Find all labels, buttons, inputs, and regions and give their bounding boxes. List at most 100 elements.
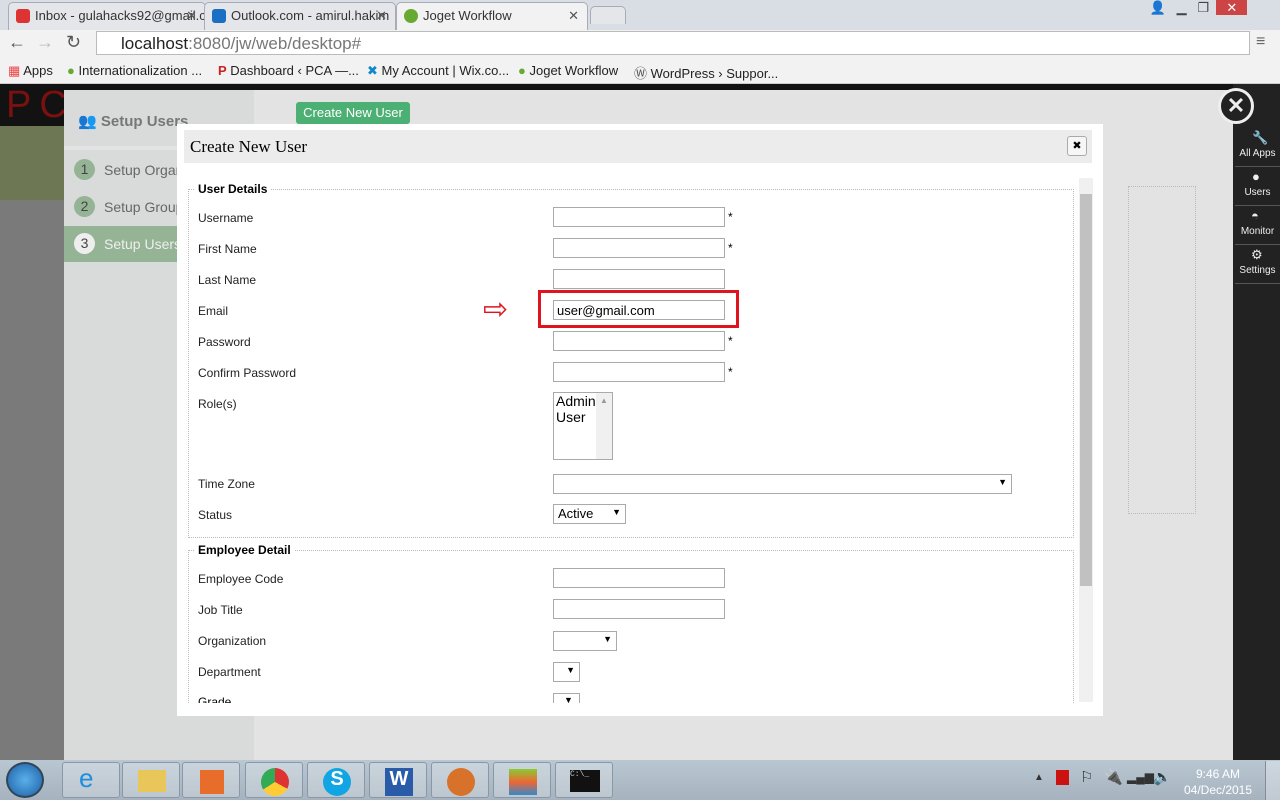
apps-grid-icon: ▦ (8, 63, 21, 78)
folder-icon (138, 770, 166, 792)
scrollbar-thumb[interactable] (1080, 194, 1092, 586)
power-icon[interactable]: 🔌 (1104, 768, 1123, 786)
start-button[interactable] (6, 762, 44, 798)
password-input[interactable] (553, 331, 725, 351)
organization-label: Organization (198, 634, 267, 648)
password-label: Password (198, 335, 251, 349)
dropdown-arrow-icon: ▼ (603, 634, 612, 644)
taskbar-chrome[interactable] (245, 762, 303, 798)
nav-users[interactable]: ● Users (1235, 167, 1280, 206)
dialog-close-button[interactable]: ✖ (1067, 136, 1087, 156)
dialog-title: Create New User ✖ (184, 130, 1092, 163)
taskbar-cmd[interactable]: C:\_ (555, 762, 613, 798)
tab-joget[interactable]: Joget Workflow ✕ (396, 2, 588, 30)
roles-listbox[interactable]: Admin User ▲▼ (553, 392, 613, 485)
media-icon (200, 770, 224, 794)
gmail-icon (16, 9, 30, 23)
username-label: Username (198, 211, 254, 225)
employee-code-label: Employee Code (198, 572, 284, 586)
user-icon: ● (1252, 169, 1260, 184)
bookmark-item[interactable]: ✖ My Account | Wix.co... (367, 63, 509, 79)
status-select[interactable]: Active ▼ (553, 504, 626, 524)
confirm-password-input[interactable] (553, 362, 725, 382)
joget-icon: ● (67, 63, 75, 78)
taskbar-ie[interactable]: e (62, 762, 120, 798)
taskbar-word[interactable]: W (369, 762, 427, 798)
menu-icon[interactable]: ≡ (1256, 33, 1265, 51)
create-new-user-button[interactable]: Create New User (296, 102, 410, 124)
time-zone-select[interactable]: ▼ (553, 474, 1012, 494)
ie-icon: e (79, 763, 94, 793)
organization-select[interactable]: ▼ (553, 631, 617, 651)
bluestacks-icon (509, 769, 537, 795)
bookmark-item[interactable]: Ⓦ WordPress › Suppor... (634, 63, 778, 82)
required-mark: * (728, 334, 733, 348)
dropdown-arrow-icon: ▼ (566, 665, 575, 675)
tab-gmail[interactable]: Inbox - gulahacks92@gmail.com ✕ (8, 2, 206, 30)
employee-detail-section: Employee Detail (188, 543, 1074, 703)
nav-monitor[interactable]: ◓ Monitor (1235, 206, 1280, 245)
word-icon: W (385, 768, 413, 796)
confirm-password-label: Confirm Password (198, 366, 297, 380)
required-mark: * (728, 241, 733, 255)
signal-icon[interactable]: ▂▄▆ (1127, 770, 1154, 784)
show-hidden-icons[interactable]: ▲ (1034, 772, 1044, 783)
username-input[interactable] (553, 207, 725, 227)
email-label: Email (198, 304, 229, 318)
tab-outlook[interactable]: Outlook.com - amirul.hakim ✕ (204, 2, 396, 30)
taskbar-app[interactable] (431, 762, 489, 798)
bookmark-item[interactable]: P Dashboard ‹ PCA —... (218, 63, 359, 78)
email-input[interactable]: user@gmail.com (553, 300, 725, 320)
wrench-icon: 🔧 (1252, 130, 1269, 145)
nav-all-apps[interactable]: 🔧 All Apps (1235, 128, 1280, 167)
close-tab-icon[interactable]: ✕ (186, 8, 197, 24)
reload-icon[interactable]: ↻ (66, 32, 81, 53)
back-icon[interactable]: ← (8, 32, 26, 53)
close-tab-icon[interactable]: ✕ (376, 8, 387, 24)
flag-icon[interactable]: ⚐ (1080, 768, 1093, 786)
job-title-input[interactable] (553, 599, 725, 619)
skype-icon: S (323, 768, 351, 796)
grade-select[interactable]: ▼ (553, 693, 580, 703)
close-tab-icon[interactable]: ✕ (568, 8, 579, 24)
taskbar-media[interactable] (182, 762, 240, 798)
bookmarks-bar: ▦ Apps ● Internationalization ... P Dash… (0, 57, 1280, 84)
status-label: Status (198, 508, 233, 522)
first-name-input[interactable] (553, 238, 725, 258)
users-table (1128, 186, 1196, 514)
bookmark-apps[interactable]: ▦ Apps (8, 63, 53, 79)
forward-icon[interactable]: → (36, 32, 54, 53)
taskbar-skype[interactable]: S (307, 762, 365, 798)
required-mark: * (728, 365, 733, 379)
joget-icon: ● (518, 63, 526, 78)
clock[interactable]: 9:46 AM 04/Dec/2015 (1180, 766, 1256, 798)
required-mark: * (728, 210, 733, 224)
volume-icon[interactable]: 🔈 (1153, 768, 1172, 786)
url-input[interactable]: localhost:8080/jw/web/desktop# (96, 31, 1250, 55)
last-name-label: Last Name (198, 273, 257, 287)
tab-bar: Inbox - gulahacks92@gmail.com ✕ Outlook.c… (0, 0, 1280, 30)
dialog-scrollbar[interactable] (1079, 178, 1093, 702)
dropdown-arrow-icon: ▼ (612, 507, 621, 517)
taskbar-bluestacks[interactable] (493, 762, 551, 798)
wordpress-icon: Ⓦ (634, 66, 648, 81)
p-icon: P (218, 63, 227, 78)
listbox-scrollbar[interactable]: ▲▼ (596, 393, 612, 485)
bookmark-item[interactable]: ● Joget Workflow (518, 63, 618, 78)
roles-label: Role(s) (198, 397, 237, 411)
show-desktop-button[interactable] (1265, 761, 1280, 800)
new-tab-button[interactable] (590, 6, 626, 24)
window-controls[interactable]: 👤 ▁ ❐ ✕ (1146, 0, 1276, 20)
nav-settings[interactable]: ⚙ Settings (1235, 245, 1280, 284)
first-name-label: First Name (198, 242, 257, 256)
gears-icon: ⚙ (1251, 247, 1263, 262)
chrome-icon (261, 768, 289, 796)
last-name-input[interactable] (553, 269, 725, 289)
department-select[interactable]: ▼ (553, 662, 580, 682)
taskbar-explorer[interactable] (122, 762, 180, 798)
wix-icon: ✖ (367, 63, 378, 78)
bookmark-item[interactable]: ● Internationalization ... (67, 63, 202, 78)
security-shield-icon[interactable] (1056, 770, 1069, 785)
close-overlay-button[interactable]: ✕ (1218, 88, 1254, 124)
employee-code-input[interactable] (553, 568, 725, 588)
